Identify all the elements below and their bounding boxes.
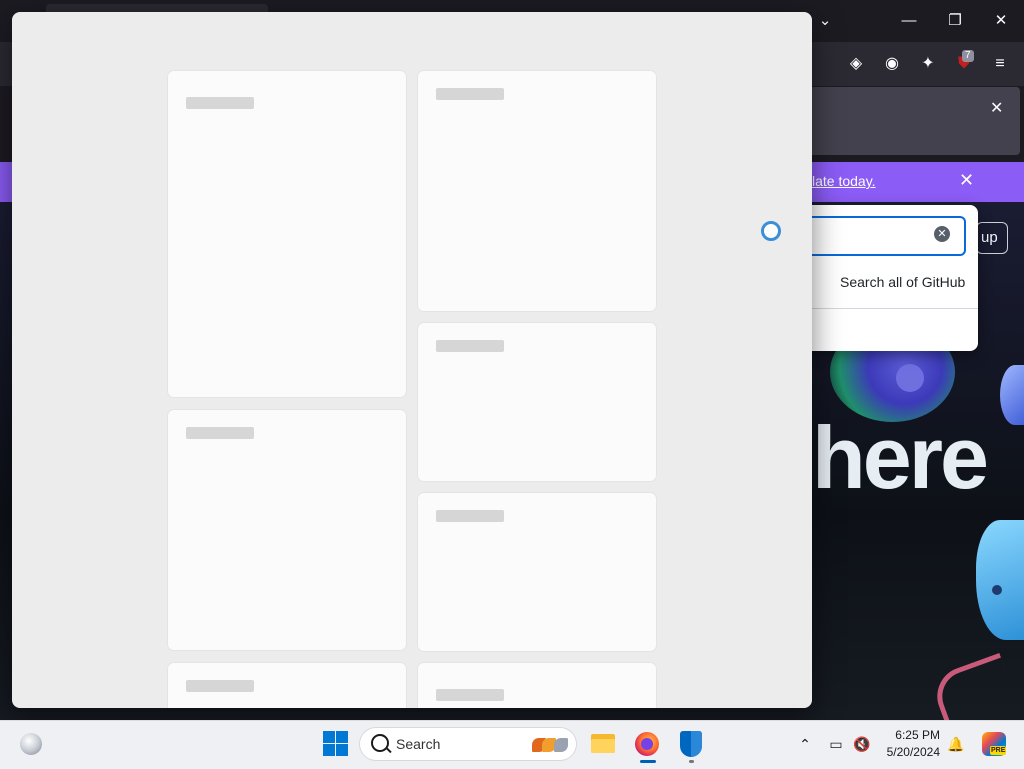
search-highlight-icon — [530, 734, 570, 754]
search-icon — [371, 734, 389, 752]
hero-headline: here — [812, 408, 989, 507]
widget-card[interactable] — [168, 71, 406, 397]
notice-close-icon[interactable]: ✕ — [990, 98, 1003, 118]
widget-card[interactable] — [168, 663, 406, 708]
volume-muted-icon[interactable]: 🔇 — [852, 734, 872, 754]
menu-icon[interactable]: ≡ — [988, 52, 1012, 76]
mascot-illustration — [1000, 365, 1024, 425]
notification-panel — [808, 87, 1020, 155]
taskbar-search-label: Search — [396, 736, 441, 752]
clock-date[interactable]: 5/20/2024 — [870, 745, 940, 759]
clear-search-icon[interactable]: ✕ — [934, 226, 950, 242]
notification-bell-icon[interactable]: 🔔 — [946, 734, 966, 754]
active-app-indicator — [640, 760, 656, 763]
banner-close-icon[interactable]: ✕ — [959, 170, 974, 191]
restore-button[interactable]: ❐ — [932, 6, 978, 36]
firefox-icon[interactable] — [632, 729, 662, 759]
widget-card[interactable] — [418, 493, 656, 651]
divider — [806, 308, 978, 309]
widgets-panel — [12, 12, 812, 708]
search-all-github[interactable]: Search all of GitHub — [840, 274, 965, 290]
loading-spinner-icon — [761, 221, 781, 241]
widget-card[interactable] — [418, 323, 656, 481]
running-indicator — [689, 760, 694, 763]
signup-button[interactable]: up — [976, 222, 1008, 254]
extensions-icon[interactable]: ✦ — [916, 52, 940, 76]
file-explorer-icon[interactable] — [589, 729, 619, 759]
network-icon[interactable]: ▭ — [826, 734, 846, 754]
clock-time[interactable]: 6:25 PM — [870, 728, 940, 742]
chevron-up-icon[interactable]: ⌃ — [795, 734, 815, 754]
pocket-icon[interactable]: ◈ — [844, 52, 868, 76]
banner-link[interactable]: late today. — [812, 173, 876, 189]
widget-card[interactable] — [418, 71, 656, 311]
copilot-badge: PRE — [990, 746, 1007, 755]
account-icon[interactable]: ◉ — [880, 52, 904, 76]
weather-icon[interactable] — [20, 733, 42, 755]
windows-start-icon[interactable] — [321, 729, 351, 759]
extension-badge: 7 — [962, 50, 974, 62]
close-window-button[interactable]: ✕ — [978, 6, 1024, 36]
widget-card[interactable] — [418, 663, 656, 708]
minimize-button[interactable]: — — [886, 6, 932, 36]
widget-card[interactable] — [168, 410, 406, 650]
defender-icon[interactable] — [676, 729, 706, 759]
